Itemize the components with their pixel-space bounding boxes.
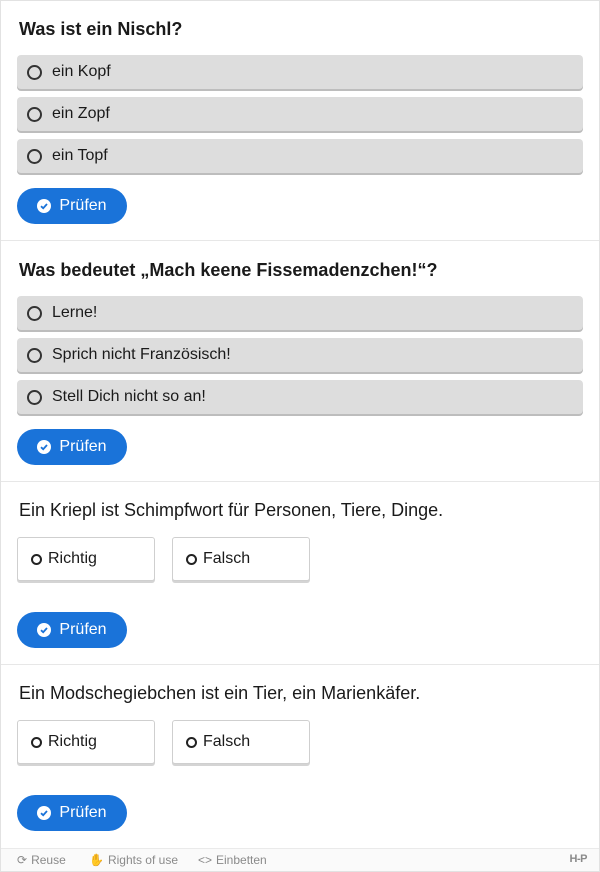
question-2: Was bedeutet „Mach keene Fissemadenzchen… (1, 242, 599, 482)
radio-icon (27, 148, 42, 164)
truefalse-1: Ein Kriepl ist Schimpfwort für Personen,… (1, 483, 599, 665)
answer-option[interactable]: Stell Dich nicht so an! (17, 380, 583, 414)
answer-true-label: Richtig (48, 550, 97, 567)
check-button[interactable]: Prüfen (17, 188, 127, 224)
answer-false[interactable]: Falsch (172, 720, 310, 764)
truefalse-2: Ein Modschegiebchen ist ein Tier, ein Ma… (1, 666, 599, 848)
radio-icon (27, 305, 42, 321)
answer-label: ein Kopf (52, 63, 111, 80)
answer-true-label: Richtig (48, 733, 97, 750)
answer-option[interactable]: ein Zopf (17, 97, 583, 131)
h5p-logo[interactable]: H-P (570, 853, 588, 865)
code-icon: <> (198, 853, 213, 867)
question-title: Was ist ein Nischl? (19, 19, 183, 39)
radio-icon (27, 64, 42, 80)
answer-false[interactable]: Falsch (172, 537, 310, 581)
answer-option[interactable]: ein Kopf (17, 55, 583, 89)
check-circle-icon (37, 806, 52, 820)
answer-false-label: Falsch (203, 733, 251, 750)
question-title: Was bedeutet „Mach keene Fissemadenzchen… (19, 260, 438, 280)
statement-text: Ein Kriepl ist Schimpfwort für Personen,… (19, 500, 444, 520)
rights-of-use-link[interactable]: ✋ Rights of use (89, 853, 178, 867)
answer-option[interactable]: Lerne! (17, 296, 583, 330)
question-1: Was ist ein Nischl? ein Kopf ein Zopf ei… (1, 1, 599, 241)
rights-of-use-label: Rights of use (107, 853, 178, 867)
check-button-label: Prüfen (59, 197, 107, 214)
answer-false-label: Falsch (203, 550, 251, 567)
answer-true[interactable]: Richtig (17, 720, 155, 764)
check-button[interactable]: Prüfen (17, 612, 127, 648)
radio-icon (186, 553, 197, 565)
answer-option[interactable]: Sprich nicht Französisch! (17, 338, 583, 372)
answer-label: Stell Dich nicht so an! (52, 388, 206, 405)
answer-label: ein Topf (52, 147, 108, 164)
check-circle-icon (37, 440, 52, 454)
radio-icon (27, 106, 42, 122)
check-button-label: Prüfen (59, 438, 107, 455)
radio-icon (186, 736, 197, 748)
radio-icon (27, 389, 42, 405)
handshake-icon: ✋ (89, 853, 104, 867)
radio-icon (27, 347, 42, 363)
reuse-label: Reuse (31, 853, 66, 867)
answer-option[interactable]: ein Topf (17, 139, 583, 173)
check-button[interactable]: Prüfen (17, 429, 127, 465)
radio-icon (31, 553, 42, 565)
embed-link[interactable]: <> Einbetten (198, 853, 267, 867)
check-button[interactable]: Prüfen (17, 795, 127, 831)
refresh-icon: ⟳ (17, 853, 28, 867)
check-circle-icon (37, 623, 52, 637)
answer-label: ein Zopf (52, 105, 110, 122)
check-button-label: Prüfen (59, 804, 107, 821)
answer-label: Lerne! (52, 304, 98, 321)
answer-true[interactable]: Richtig (17, 537, 155, 581)
check-circle-icon (37, 199, 52, 213)
statement-text: Ein Modschegiebchen ist ein Tier, ein Ma… (19, 683, 421, 703)
answer-label: Sprich nicht Französisch! (52, 346, 231, 363)
h5p-footer: ⟳ Reuse ✋ Rights of use <> Einbetten H-P (1, 848, 599, 871)
radio-icon (31, 736, 42, 748)
reuse-link[interactable]: ⟳ Reuse (17, 853, 66, 867)
embed-label: Einbetten (216, 853, 267, 867)
check-button-label: Prüfen (59, 621, 107, 638)
